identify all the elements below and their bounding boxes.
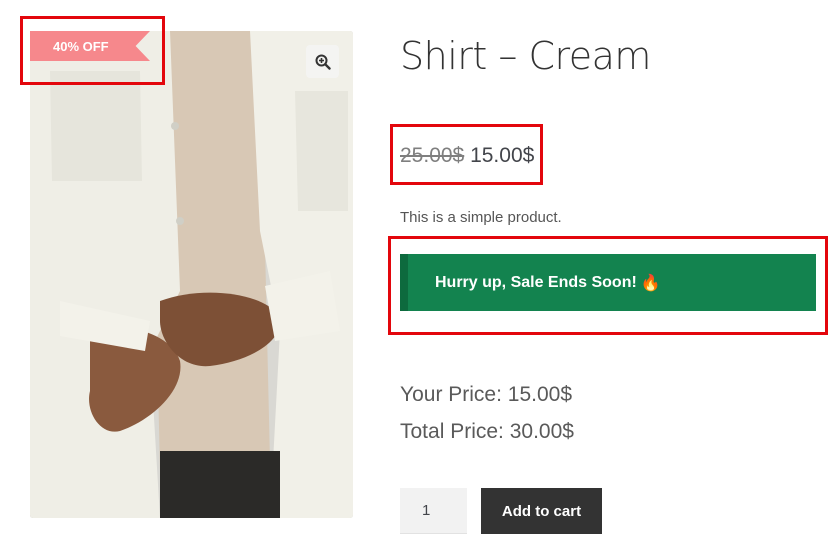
- quantity-input[interactable]: [400, 488, 467, 534]
- annotation-box-notice: [388, 236, 828, 335]
- add-to-cart-button[interactable]: Add to cart: [481, 488, 602, 534]
- annotation-box-badge: [20, 16, 165, 85]
- your-price: Your Price: 15.00$: [400, 383, 573, 406]
- total-price: Total Price: 30.00$: [400, 420, 574, 443]
- zoom-button[interactable]: [306, 45, 339, 78]
- product-image[interactable]: [30, 31, 353, 518]
- zoom-in-icon: [315, 54, 331, 70]
- short-description: This is a simple product.: [400, 209, 562, 226]
- product-title: Shirt – Cream: [400, 34, 651, 78]
- product-photo-illustration: [30, 31, 353, 518]
- annotation-box-price: [390, 124, 543, 185]
